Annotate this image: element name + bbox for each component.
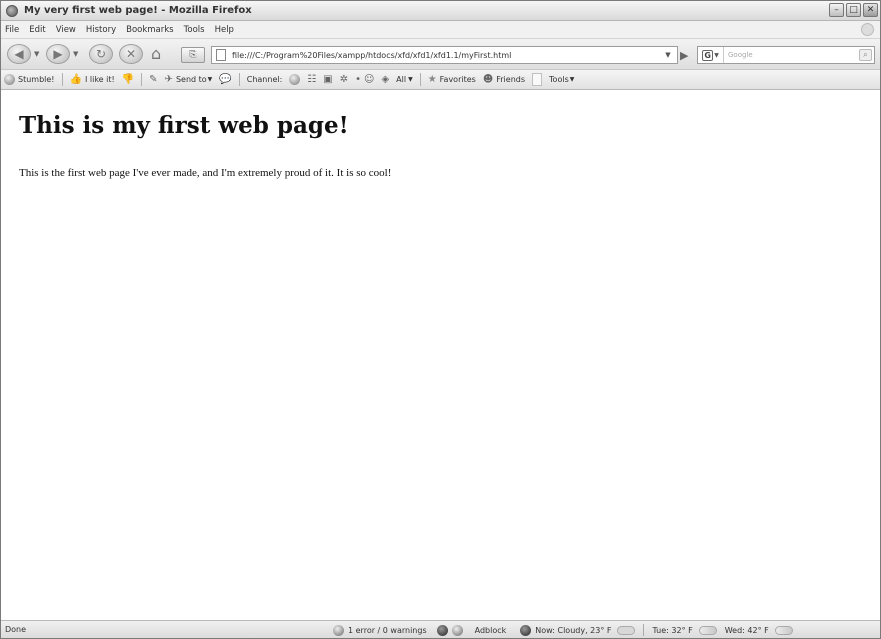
extension-icon[interactable] [436, 624, 448, 636]
menu-history[interactable]: History [86, 25, 116, 35]
go-button[interactable]: ▶ [680, 49, 688, 62]
send-icon: ✈ [164, 74, 173, 85]
toolbar-separator [61, 73, 63, 86]
like-label: I like it! [84, 75, 115, 84]
browser-window: My very first web page! - Mozilla Firefo… [0, 0, 881, 639]
search-engine-selector[interactable]: G ▼ [698, 47, 724, 63]
tools-label: Tools [549, 75, 569, 84]
toolbar-separator [238, 73, 240, 86]
all-dropdown[interactable]: All ▼ [396, 75, 413, 84]
home-button[interactable]: ⌂ [151, 46, 173, 64]
weather-globe-icon[interactable] [520, 624, 532, 636]
stumbleupon-icon [4, 74, 15, 85]
send-to-button[interactable]: ✈ Send to ▼ [165, 74, 213, 85]
tools-dropdown[interactable]: Tools ▼ [549, 75, 574, 84]
toolbar-box[interactable] [532, 73, 543, 86]
stop-button[interactable]: ✕ [119, 44, 143, 64]
stumble-button[interactable]: Stumble! [4, 74, 55, 85]
adblock-label[interactable]: Adblock [475, 626, 507, 635]
favorites-label: Favorites [439, 75, 476, 84]
weather-now[interactable]: Now: Cloudy, 23° F [535, 626, 611, 635]
status-separator [643, 624, 645, 636]
forward-history-dropdown-icon[interactable]: ▼ [73, 50, 78, 58]
star-icon: ★ [427, 74, 437, 85]
channel-photos-icon[interactable]: ✲ [340, 74, 348, 85]
search-icon[interactable]: ⌕ [859, 49, 872, 61]
menu-edit[interactable]: Edit [29, 25, 45, 35]
status-bar: Done 1 error / 0 warnings Adblock Now: C… [1, 620, 880, 638]
channel-tag-icon[interactable]: ◈ [381, 74, 389, 85]
back-button[interactable]: ◀ [7, 44, 31, 64]
navigation-toolbar: ◀ ▼ ▶ ▼ ↻ ✕ ⌂ ⎘ file:///C:/Program%20Fil… [1, 39, 880, 70]
like-button[interactable]: 👍 I like it! [70, 74, 115, 85]
toolbar-separator [419, 73, 421, 86]
chevron-down-icon: ▼ [408, 76, 413, 83]
error-console-icon[interactable] [333, 624, 344, 636]
thumbs-down-icon[interactable]: 👎 [122, 74, 134, 85]
channel-news-icon[interactable]: ☷ [307, 74, 316, 85]
throbber-icon [861, 23, 874, 36]
title-bar: My very first web page! - Mozilla Firefo… [1, 1, 880, 21]
send-to-label: Send to [175, 75, 207, 84]
page-action-button[interactable]: ⎘ [181, 47, 205, 63]
chevron-down-icon: ▼ [569, 76, 575, 83]
channel-more-icon[interactable]: • [355, 74, 361, 85]
menu-help[interactable]: Help [215, 25, 234, 35]
window-title: My very first web page! - Mozilla Firefo… [24, 5, 252, 16]
google-icon: G [702, 49, 714, 61]
maximize-button[interactable]: □ [846, 3, 861, 17]
partly-cloudy-icon [774, 625, 793, 635]
gear-icon[interactable] [451, 624, 463, 636]
partly-cloudy-icon [698, 625, 717, 635]
search-box[interactable]: G ▼ Google ⌕ [697, 46, 875, 64]
minimize-button[interactable]: – [829, 3, 844, 17]
url-dropdown-icon[interactable]: ▼ [661, 48, 675, 62]
channel-globe-icon[interactable] [289, 74, 301, 85]
friends-button[interactable]: ☻ Friends [483, 74, 525, 85]
all-label: All [396, 75, 407, 84]
cloud-icon [617, 625, 636, 635]
close-button[interactable]: ✕ [863, 3, 878, 17]
error-count[interactable]: 1 error / 0 warnings [348, 626, 427, 635]
window-controls: – □ ✕ [829, 3, 878, 17]
status-text: Done [5, 625, 27, 634]
menu-bookmarks[interactable]: Bookmarks [126, 25, 174, 35]
channel-tv-icon[interactable]: ▣ [323, 74, 332, 85]
thumbs-up-icon: 👍 [69, 74, 82, 85]
chevron-down-icon: ▼ [207, 76, 213, 83]
page-heading: This is my first web page! [19, 112, 349, 139]
friends-icon: ☻ [482, 74, 494, 85]
stumble-label: Stumble! [18, 75, 55, 84]
page-favicon-icon [216, 49, 226, 61]
reload-button[interactable]: ↻ [89, 44, 113, 64]
channel-people-icon[interactable]: ☺ [364, 74, 374, 85]
stumbleupon-toolbar: Stumble! 👍 I like it! 👎 ✎ ✈ Send to ▼ 💬 … [1, 70, 880, 90]
status-indicators: 1 error / 0 warnings Adblock Now: Cloudy… [333, 623, 801, 637]
menu-file[interactable]: File [5, 25, 19, 35]
menu-tools[interactable]: Tools [184, 25, 205, 35]
search-input[interactable]: Google [728, 51, 753, 59]
menu-view[interactable]: View [56, 25, 76, 35]
firefox-icon [6, 4, 18, 17]
chevron-down-icon: ▼ [714, 51, 719, 59]
menu-bar: File Edit View History Bookmarks Tools H… [1, 21, 880, 39]
url-input[interactable]: file:///C:/Program%20Files/xampp/htdocs/… [232, 51, 511, 60]
weather-wednesday[interactable]: Wed: 42° F [725, 626, 769, 635]
page-content: This is my first web page! This is the f… [1, 90, 880, 620]
forward-button[interactable]: ▶ [46, 44, 70, 64]
tag-icon[interactable]: ✎ [149, 74, 157, 85]
friends-label: Friends [496, 75, 526, 84]
channel-label: Channel: [246, 75, 283, 84]
weather-tuesday[interactable]: Tue: 32° F [652, 626, 692, 635]
favorites-button[interactable]: ★ Favorites [428, 74, 476, 85]
toolbar-separator [141, 73, 143, 86]
url-bar[interactable]: file:///C:/Program%20Files/xampp/htdocs/… [211, 46, 678, 64]
comment-icon[interactable]: 💬 [219, 74, 231, 85]
back-history-dropdown-icon[interactable]: ▼ [34, 50, 39, 58]
page-paragraph: This is the first web page I've ever mad… [19, 167, 392, 179]
